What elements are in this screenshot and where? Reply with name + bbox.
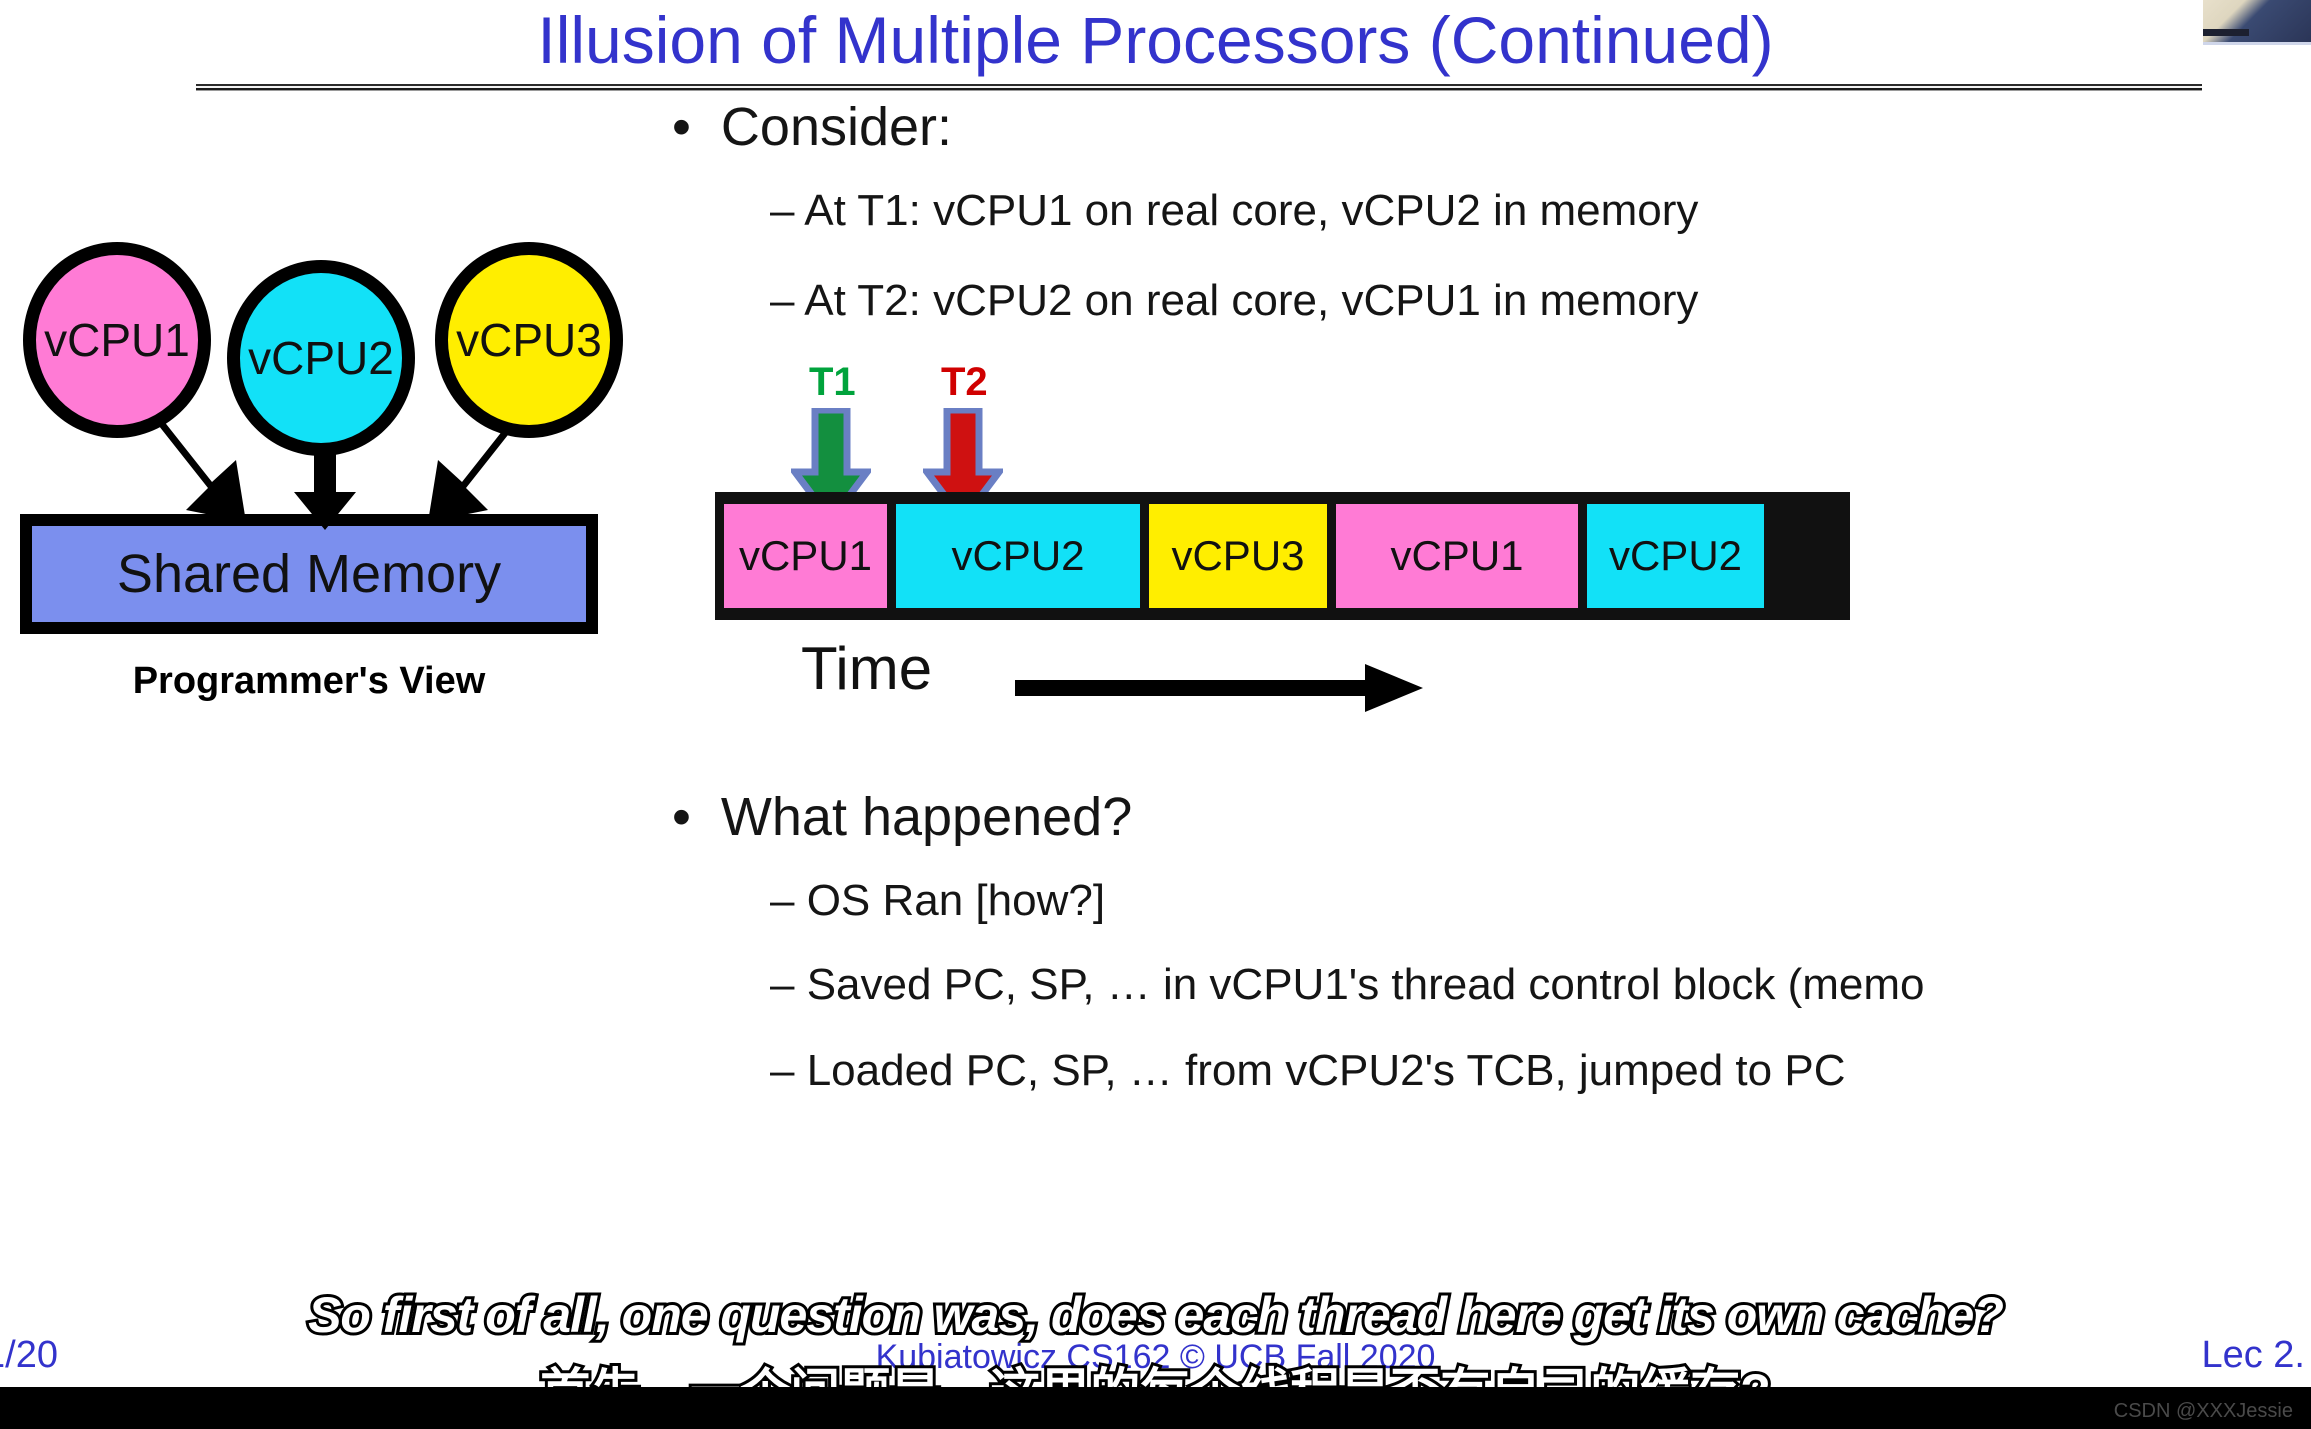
bullet-marker: •	[672, 787, 721, 847]
vcpu1-oval: vCPU1	[23, 242, 211, 438]
programmer-view-diagram: vCPU1 vCPU2 vCPU3 Shared Memory Programm…	[20, 240, 650, 720]
page-title: Illusion of Multiple Processors (Continu…	[537, 3, 1774, 77]
bullet-saved-pc-sp: – Saved PC, SP, … in vCPU1's thread cont…	[770, 960, 1925, 1009]
presenter-webcam-thumbnail	[2203, 0, 2311, 45]
bullet-at-t1: – At T1: vCPU1 on real core, vCPU2 in me…	[770, 186, 1699, 235]
timeline-slot-5-label: vCPU2	[1608, 532, 1743, 579]
timeline-slot-3: vCPU3	[1149, 504, 1327, 608]
time-direction-arrow-icon	[1015, 664, 1423, 712]
bullet-consider: • Consider:	[672, 96, 952, 158]
timeline-slot-4-label: vCPU1	[1390, 532, 1524, 579]
webcam-dark-strip	[2203, 29, 2249, 36]
slide-canvas: Illusion of Multiple Processors (Continu…	[0, 0, 2311, 1429]
vcpu3-oval: vCPU3	[435, 242, 623, 438]
timeline-slot-3-label: vCPU3	[1171, 532, 1305, 579]
timeline-slot-5: vCPU2	[1587, 504, 1764, 608]
vcpu2-oval: vCPU2	[227, 260, 415, 456]
bullet-what-happened: • What happened?	[672, 786, 1132, 848]
bottom-black-band	[0, 1387, 2311, 1429]
vcpu1-oval-label: vCPU1	[44, 314, 190, 366]
timeline-slot-2-label: vCPU2	[951, 532, 1085, 579]
timeline-marker-t1-label: T1	[809, 360, 856, 404]
timeline-marker-t2-label: T2	[941, 360, 988, 404]
timeline-bar: vCPU1 vCPU2 vCPU3 vCPU1 vCPU2	[715, 492, 1850, 620]
subtitle-english: So first of all, one question was, does …	[305, 1284, 2007, 1346]
bullet-at-t2: – At T2: vCPU2 on real core, vCPU1 in me…	[770, 276, 1699, 325]
bullet-consider-text: Consider:	[720, 97, 953, 157]
timeline-diagram: T1 T2 vCPU1 vCPU2 vCPU3 vCPU1 vCPU2 Time	[715, 360, 1895, 730]
programmer-view-caption: Programmer's View	[132, 660, 486, 702]
timeline-slot-1: vCPU1	[724, 504, 887, 608]
timeline-slot-1-label: vCPU1	[738, 532, 873, 579]
time-axis-label: Time	[801, 635, 933, 702]
bullet-os-ran: – OS Ran [how?]	[770, 876, 1106, 925]
bullet-marker: •	[672, 97, 721, 157]
shared-memory-label: Shared Memory	[116, 544, 502, 604]
timeline-slot-4: vCPU1	[1336, 504, 1578, 608]
timeline-slot-2: vCPU2	[896, 504, 1140, 608]
title-divider	[196, 84, 2202, 93]
bullet-loaded-pc-sp: – Loaded PC, SP, … from vCPU2's TCB, jum…	[770, 1046, 1846, 1095]
bullet-what-happened-text: What happened?	[720, 787, 1133, 847]
vcpu3-oval-label: vCPU3	[456, 314, 602, 366]
vcpu2-oval-label: vCPU2	[248, 332, 394, 384]
csdn-watermark: CSDN @XXXJessie	[2113, 1400, 2293, 1422]
